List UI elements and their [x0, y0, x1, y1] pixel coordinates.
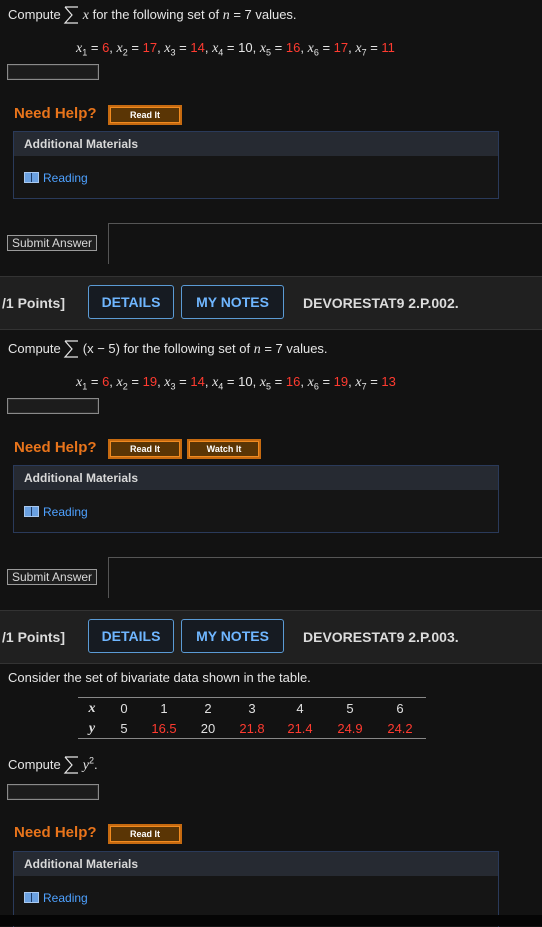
q1-reading-link[interactable]: Reading — [43, 171, 88, 185]
value-item: x7 = 11 — [355, 40, 395, 58]
table-cell: 24.9 — [326, 718, 374, 739]
table-cell: 21.8 — [230, 718, 274, 739]
table-cell: 1 — [142, 697, 186, 718]
q2-question-id: DEVORESTAT9 2.P.002. — [303, 295, 459, 311]
sigma-icon — [63, 339, 81, 359]
value-item: x2 = 19 — [116, 374, 158, 392]
q3-details-button[interactable]: DETAILS — [88, 619, 174, 653]
q3-question-id: DEVORESTAT9 2.P.003. — [303, 629, 459, 645]
q3-prompt: Consider the set of bivariate data shown… — [8, 670, 311, 685]
q1-prompt: Compute x for the following set of n = 7 … — [8, 5, 297, 25]
q2-my-notes-button[interactable]: MY NOTES — [181, 285, 284, 319]
value-item: x4 = 10 — [212, 40, 253, 58]
q2-submit-button[interactable]: Submit Answer — [7, 569, 98, 585]
q2-read-it-button[interactable]: Read It — [108, 439, 182, 459]
value-item: x2 = 17 — [116, 40, 158, 58]
q3-my-notes-button[interactable]: MY NOTES — [181, 619, 284, 653]
value-item: x5 = 16 — [259, 40, 301, 58]
q1-answer-input[interactable] — [7, 64, 99, 80]
q2-values: x1 = 6, x2 = 19, x3 = 14, x4 = 10, x5 = … — [76, 374, 396, 392]
book-icon — [24, 892, 39, 903]
q3-materials-title: Additional Materials — [14, 852, 498, 876]
q2-need-help-label: Need Help? — [14, 439, 97, 456]
q1-read-it-button[interactable]: Read It — [108, 105, 182, 125]
q2-details-button[interactable]: DETAILS — [88, 285, 174, 319]
value-item: x5 = 16 — [259, 374, 301, 392]
value-item: x4 = 10 — [212, 374, 253, 392]
table-cell: 3 — [230, 697, 274, 718]
table-cell: 2 — [186, 697, 230, 718]
q1-additional-materials: Additional Materials Reading — [13, 131, 499, 199]
sigma-icon — [63, 5, 81, 25]
q2-materials-title: Additional Materials — [14, 466, 498, 490]
q2-answer-input[interactable] — [7, 398, 99, 414]
q3-read-it-button[interactable]: Read It — [108, 824, 182, 844]
q3-points: /1 Points] — [2, 629, 66, 645]
q2-submit-area — [108, 557, 542, 598]
value-item: x1 = 6 — [76, 374, 110, 392]
value-item: x6 = 19 — [307, 374, 349, 392]
table-cell: 4 — [274, 697, 326, 718]
value-item: x3 = 14 — [164, 374, 205, 392]
q3-reading-link[interactable]: Reading — [43, 891, 88, 905]
table-x-header: x — [88, 700, 96, 716]
q1-need-help-label: Need Help? — [14, 105, 97, 122]
q2-prompt: Compute (x − 5) for the following set of … — [8, 339, 328, 359]
table-cell: 6 — [374, 697, 426, 718]
table-cell: 24.2 — [374, 718, 426, 739]
q2-points: /1 Points] — [2, 295, 66, 311]
sigma-icon — [63, 755, 81, 775]
table-cell: 5 — [326, 697, 374, 718]
book-icon — [24, 172, 39, 183]
q1-values: x1 = 6, x2 = 17, x3 = 14, x4 = 10, x5 = … — [76, 40, 395, 58]
q1-submit-button[interactable]: Submit Answer — [7, 235, 98, 251]
value-item: x6 = 17 — [307, 40, 349, 58]
q3-answer-input[interactable] — [7, 784, 99, 800]
q3-compute-prompt: Compute y2. — [8, 755, 98, 775]
table-cell: 21.4 — [274, 718, 326, 739]
bottom-edge — [0, 915, 542, 926]
value-item: x3 = 14 — [164, 40, 205, 58]
q2-additional-materials: Additional Materials Reading — [13, 465, 499, 533]
q3-need-help-label: Need Help? — [14, 824, 97, 841]
table-y-header: y — [88, 720, 96, 736]
table-cell: 5 — [106, 718, 142, 739]
q1-materials-title: Additional Materials — [14, 132, 498, 156]
book-icon — [24, 506, 39, 517]
q2-reading-link[interactable]: Reading — [43, 505, 88, 519]
q1-submit-area — [108, 223, 542, 264]
table-cell: 20 — [186, 718, 230, 739]
q2-watch-it-button[interactable]: Watch It — [187, 439, 261, 459]
q3-data-table: x 0 1 2 3 4 5 6 y 5 16.5 20 21.8 21.4 24… — [78, 697, 426, 739]
value-item: x7 = 13 — [355, 374, 396, 392]
table-cell: 0 — [106, 697, 142, 718]
table-cell: 16.5 — [142, 718, 186, 739]
value-item: x1 = 6 — [76, 40, 110, 58]
